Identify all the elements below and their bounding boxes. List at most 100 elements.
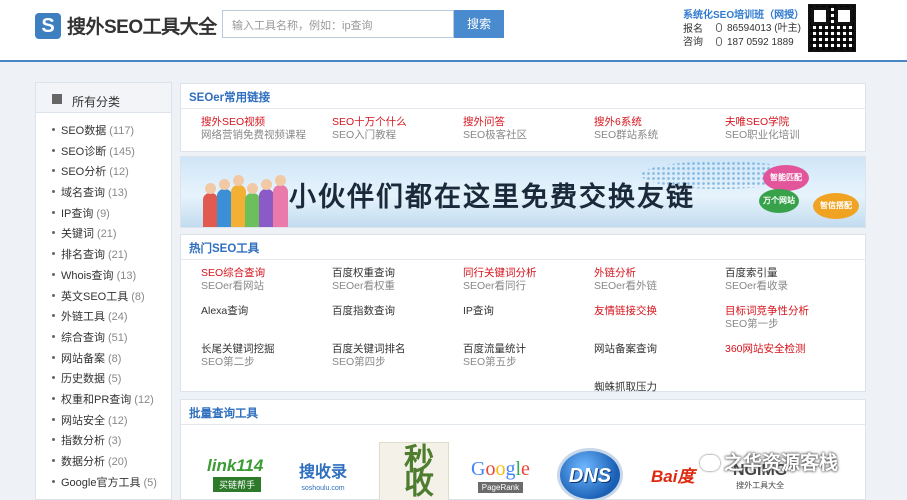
person-figure — [245, 193, 260, 227]
hot-tool-link[interactable]: 360网站安全检测 — [725, 336, 856, 374]
sidebar-item-label: 域名查询 — [61, 187, 105, 200]
sidebar-item-label: 英文SEO工具 — [61, 290, 129, 303]
hot-tool-link[interactable]: 同行关键词分析 SEOer看同行 — [463, 260, 594, 298]
ngimg-logo-sub: 搜外工具大全 — [736, 481, 785, 490]
hot-tool-link[interactable]: 外链分析 SEOer看外链 — [594, 260, 725, 298]
sidebar-item[interactable]: 指数分析 (3) — [36, 432, 171, 453]
sidebar-item[interactable]: 英文SEO工具 (8) — [36, 288, 171, 309]
search-button[interactable]: 搜索 — [454, 10, 504, 38]
link-subtitle: SEO第二步 — [201, 355, 255, 368]
sidebar-item[interactable]: 权重和PR查询 (12) — [36, 391, 171, 412]
hot-tool-link[interactable]: 百度流量统计 SEO第五步 — [463, 336, 594, 374]
sidebar-item[interactable]: 历史数据 (5) — [36, 370, 171, 391]
hot-tool-link[interactable]: 百度索引量 SEOer看收录 — [725, 260, 856, 298]
person-figure — [273, 185, 288, 227]
bullet-icon — [52, 128, 55, 131]
sidebar-item[interactable]: 网站备案 (8) — [36, 350, 171, 371]
banner-headline: 小伙伴们都在这里免费交换友链 — [289, 182, 695, 213]
link114-logo[interactable]: link114 买链帮手 — [207, 456, 263, 492]
hot-tool-link[interactable]: 百度关键词排名 SEO第四步 — [332, 336, 463, 374]
link-title: 友情链接交换 — [594, 305, 657, 317]
google-logo-text: Google — [471, 458, 530, 480]
common-links-grid: 搜外SEO视频 网络营销免费视频课程 SEO十万个什么 SEO入门教程 搜外问答 SEO极… — [181, 109, 865, 147]
sidebar-item-count: (12) — [134, 393, 154, 406]
sidebar-item[interactable]: 综合查询 (51) — [36, 329, 171, 350]
link-subtitle: SEO第四步 — [332, 355, 386, 368]
training-promo[interactable]: 系统化SEO培训班（网授） 报名咨询 86594013 (叶主) 187 059… — [675, 0, 865, 56]
hot-tool-link[interactable]: 网站备案查询 — [594, 336, 725, 374]
bullet-icon — [52, 231, 55, 235]
link-exchange-banner[interactable]: 小伙伴们都在这里免费交换友链 智能匹配 万个网站 智信搭配 — [180, 156, 866, 228]
link-subtitle: SEO群站系统 — [594, 128, 659, 141]
hot-tool-link[interactable]: IP查询 — [463, 298, 594, 336]
site-logo[interactable]: S 搜外SEO工具大全 — [35, 12, 217, 39]
sidebar-item-label: 关键词 — [61, 228, 94, 241]
hot-tool-link[interactable]: 友情链接交换 — [594, 298, 725, 336]
link-subtitle: SEO入门教程 — [332, 128, 397, 141]
qr-code-image — [808, 4, 856, 52]
bullet-icon — [52, 190, 55, 194]
link-title: 目标词竞争性分析 — [725, 305, 809, 317]
baidu-logo[interactable]: Bai度 — [651, 462, 694, 487]
bullet-icon — [52, 293, 55, 297]
person-head — [233, 175, 244, 186]
sidebar-item[interactable]: Whois查询 (13) — [36, 267, 171, 288]
sidebar-item-label: 外链工具 — [61, 311, 105, 324]
banner-bubble-3: 智信搭配 — [813, 193, 859, 219]
link-title: 搜外SEO视频 — [201, 116, 266, 128]
sidebar-item-label: Whois查询 — [61, 269, 114, 282]
miaoshoulu-logo[interactable]: 秒收录 — [379, 442, 449, 500]
sidebar-item[interactable]: Google官方工具 (5) — [36, 474, 171, 495]
sidebar-item[interactable]: SEO分析 (12) — [36, 163, 171, 184]
banner-bubble-1: 智能匹配 — [763, 165, 809, 191]
sidebar-item[interactable]: 外链工具 (24) — [36, 308, 171, 329]
sidebar-item[interactable]: 关键词 (21) — [36, 225, 171, 246]
sidebar-item-count: (12) — [109, 166, 129, 179]
link-title: 360网站安全检测 — [725, 343, 806, 355]
soshoulu-logo[interactable]: 搜收录 soshoulu.com — [299, 458, 347, 492]
logo-text: 搜外SEO工具大全 — [67, 17, 217, 38]
search-input[interactable]: 输入工具名称，例如：ip查询 — [222, 10, 454, 38]
sidebar-item-count: (8) — [131, 290, 145, 303]
link-title: 同行关键词分析 — [463, 267, 537, 279]
sidebar-item-label: 网站安全 — [61, 414, 105, 427]
promo-title[interactable]: 系统化SEO培训班（网授） — [683, 6, 804, 21]
common-link[interactable]: 搜外6系统 SEO群站系统 — [594, 109, 725, 147]
bullet-icon — [52, 376, 55, 380]
sidebar-item[interactable]: 数据分析 (20) — [36, 453, 171, 474]
sidebar-item[interactable]: 网站安全 (12) — [36, 412, 171, 433]
hot-tool-link[interactable]: 百度权重查询 SEOer看权重 — [332, 260, 463, 298]
common-link[interactable]: 夫唯SEO学院 SEO职业化培训 — [725, 109, 856, 147]
hot-tool-link[interactable]: Alexa查询 — [201, 298, 332, 336]
link-title: 搜外6系统 — [594, 116, 642, 128]
dns-logo[interactable]: DNS — [557, 448, 623, 500]
sidebar-item[interactable]: IP查询 (9) — [36, 205, 171, 226]
bullet-icon — [52, 148, 55, 152]
link-subtitle: SEOer看外链 — [594, 279, 658, 292]
site-header: S 搜外SEO工具大全 输入工具名称，例如：ip查询 搜索 系统化SEO培训班（… — [0, 0, 907, 62]
person-head — [247, 183, 258, 194]
sidebar-item-label: SEO诊断 — [61, 145, 107, 158]
common-link[interactable]: 搜外SEO视频 网络营销免费视频课程 — [201, 109, 332, 147]
common-link[interactable]: 搜外问答 SEO极客社区 — [463, 109, 594, 147]
wechat-icon — [700, 455, 720, 471]
hot-tool-link[interactable]: 百度指数查询 — [332, 298, 463, 336]
sidebar-item[interactable]: SEO诊断 (145) — [36, 143, 171, 164]
bullet-icon — [52, 334, 55, 338]
google-pagerank-logo[interactable]: Google PageRank — [471, 458, 530, 493]
sidebar-item[interactable]: 排名查询 (21) — [36, 246, 171, 267]
sidebar-item-count: (5) — [108, 373, 122, 386]
sidebar-item[interactable]: 域名查询 (13) — [36, 184, 171, 205]
hot-tool-link[interactable]: 长尾关键词挖掘 SEO第二步 — [201, 336, 332, 374]
sidebar-item-count: (9) — [96, 207, 110, 220]
link-subtitle: SEO职业化培训 — [725, 128, 800, 141]
sidebar-item-count: (21) — [108, 249, 128, 262]
hot-tool-link[interactable]: 目标词竞争性分析 SEO第一步 — [725, 298, 856, 336]
common-link[interactable]: SEO十万个什么 SEO入门教程 — [332, 109, 463, 147]
sidebar-title: 所有分类 — [72, 95, 121, 109]
watermark-text: 之华资源客栈 — [724, 452, 839, 474]
hot-tool-link[interactable]: SEO综合查询 SEOer看网站 — [201, 260, 332, 298]
bullet-icon — [52, 272, 55, 276]
link-subtitle: SEOer看网站 — [201, 279, 265, 292]
sidebar-item[interactable]: SEO数据 (117) — [36, 122, 171, 143]
